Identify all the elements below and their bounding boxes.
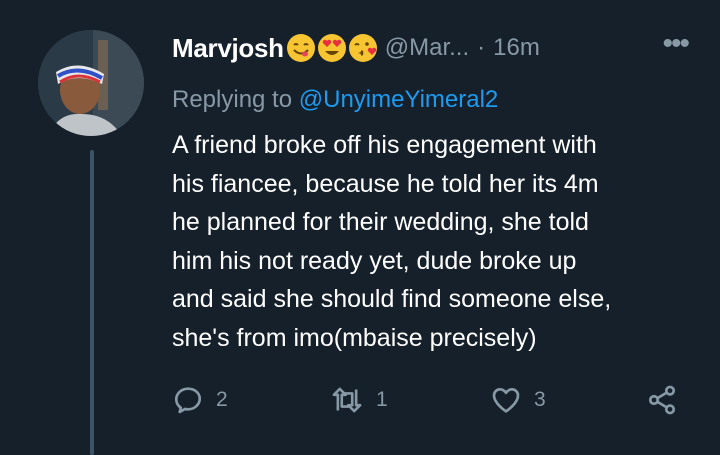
replying-prefix: Replying to	[172, 86, 299, 113]
tweet-text-line: him his not ready yet, dude broke up	[172, 246, 577, 275]
reply-icon	[174, 387, 202, 414]
name-emojis	[286, 33, 379, 63]
like-count: 3	[534, 388, 546, 411]
separator-dot: ·	[477, 34, 486, 61]
tweet[interactable]: Marvjosh @Mar... · 16m ••• Replying to @…	[0, 0, 720, 455]
retweet-button[interactable]: 1	[330, 384, 388, 416]
reply-mention-link[interactable]: @UnyimeYimeral2	[299, 86, 499, 113]
action-bar: 2 1 3	[172, 384, 692, 424]
tweet-header: Marvjosh @Mar... · 16m •••	[172, 29, 700, 66]
tweet-text-line: she's from imo(mbaise precisely)	[172, 323, 537, 352]
smiling-face-with-heart-eyes-emoji	[317, 34, 346, 62]
tweet-text-line: and said she should find someone else,	[172, 285, 612, 313]
retweet-icon	[332, 387, 362, 413]
face-savoring-food-emoji	[286, 34, 315, 62]
replying-to: Replying to @UnyimeYimeral2	[172, 86, 498, 114]
like-button[interactable]: 3	[490, 384, 546, 416]
share-button[interactable]	[646, 384, 678, 416]
reply-count: 2	[216, 388, 228, 411]
user-handle[interactable]: @Mar...	[385, 34, 469, 62]
timestamp[interactable]: 16m	[493, 34, 540, 62]
reply-button[interactable]: 2	[172, 384, 228, 416]
retweet-count: 1	[376, 388, 388, 411]
like-icon	[492, 388, 520, 413]
tweet-text-line: A friend broke off his engagement with	[172, 131, 597, 159]
tweet-text-line: his fiancee, because he told her its 4m	[172, 169, 599, 198]
avatar[interactable]	[38, 30, 144, 136]
share-icon	[648, 385, 676, 415]
tweet-text-line: he planned for their wedding, she told	[172, 208, 589, 236]
tweet-text: A friend broke off his engagement with h…	[172, 126, 692, 357]
more-icon[interactable]: •••	[662, 29, 689, 59]
display-name[interactable]: Marvjosh	[172, 33, 284, 64]
face-blowing-kiss-emoji	[348, 34, 377, 62]
thread-line	[90, 150, 94, 455]
